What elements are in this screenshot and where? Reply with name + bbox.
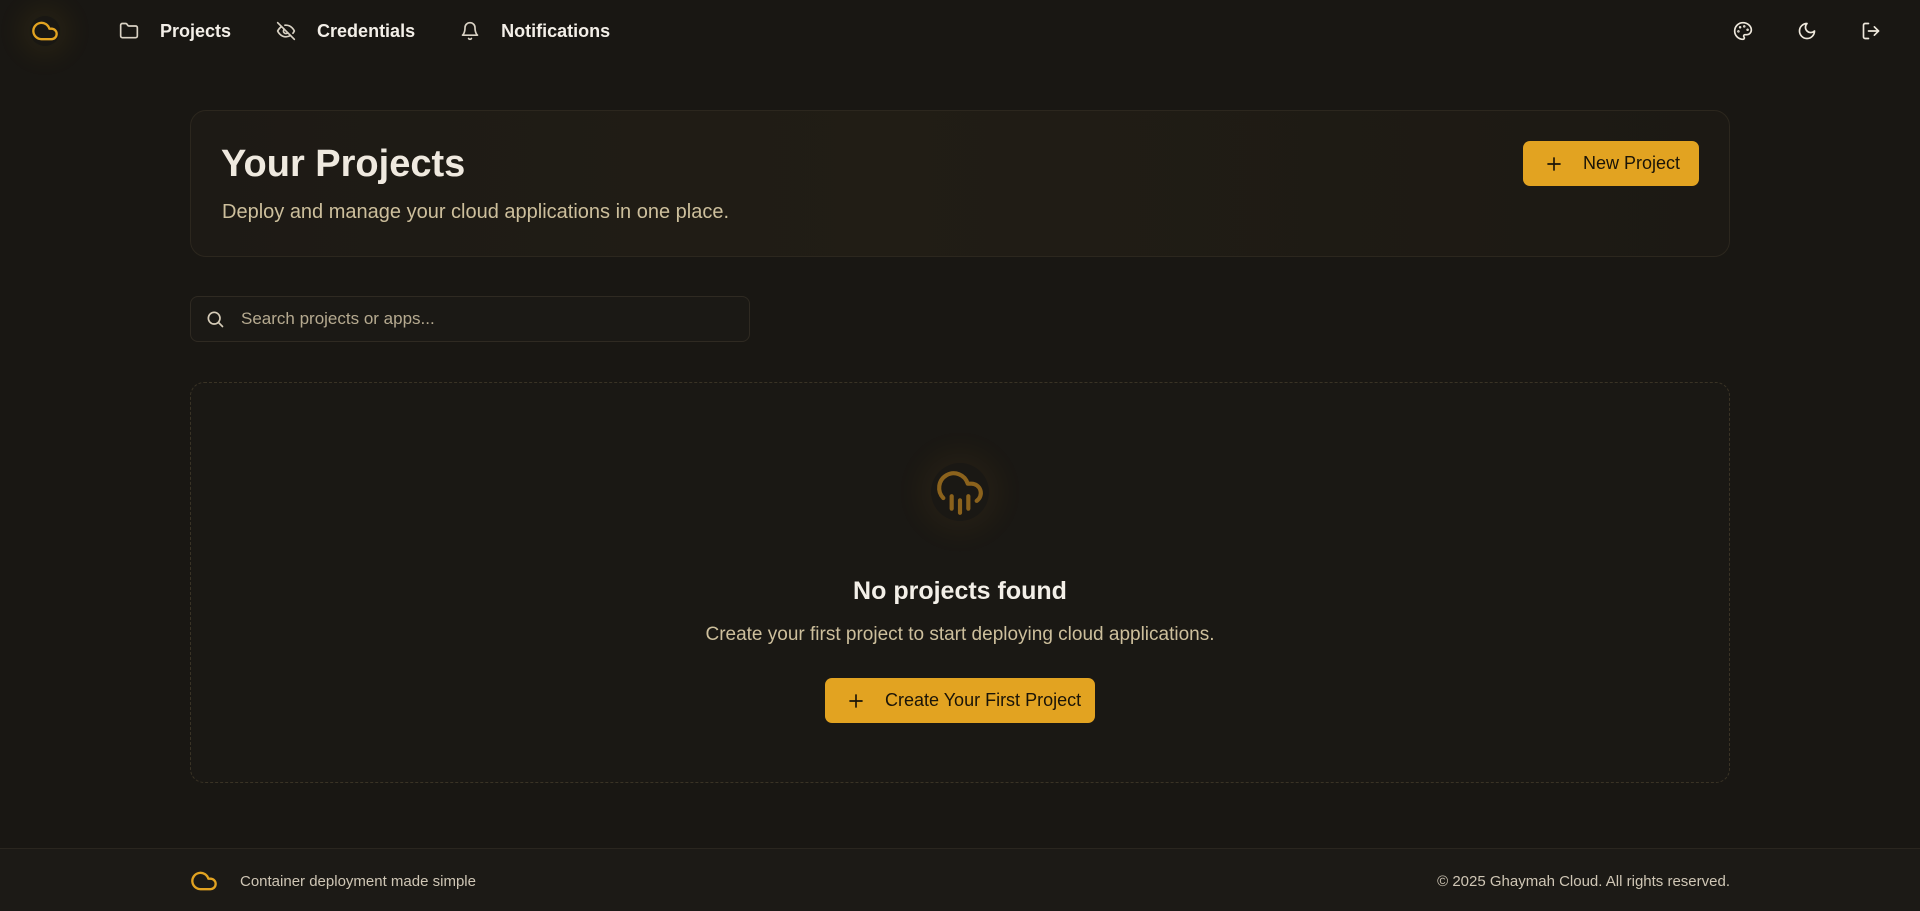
eye-off-icon: [275, 20, 297, 42]
nav-item-label: Credentials: [317, 20, 416, 41]
footer: Container deployment made simple © 2025 …: [0, 848, 1920, 911]
footer-copyright: © 2025 Ghaymah Cloud. All rights reserve…: [1437, 873, 1730, 890]
empty-state: No projects found Create your first proj…: [190, 382, 1730, 783]
search-input[interactable]: [241, 297, 741, 341]
logout-icon[interactable]: [1850, 15, 1892, 47]
search-icon: [205, 309, 227, 331]
nav-actions: [1722, 15, 1892, 47]
new-project-button[interactable]: New Project: [1523, 141, 1699, 186]
empty-state-title: No projects found: [853, 577, 1067, 605]
plus-icon: [1545, 155, 1563, 173]
top-navigation: Projects Credentials Notifications: [0, 0, 1920, 62]
create-first-project-button[interactable]: Create Your First Project: [825, 678, 1095, 723]
main-nav: Projects Credentials Notifications: [118, 0, 610, 62]
plus-icon: [847, 692, 865, 710]
nav-item-projects[interactable]: Projects: [118, 0, 231, 62]
empty-state-subtitle: Create your first project to start deplo…: [705, 624, 1215, 645]
palette-icon[interactable]: [1722, 15, 1764, 47]
page-header-card: Your Projects Deploy and manage your clo…: [190, 110, 1730, 257]
folder-icon: [118, 20, 140, 42]
nav-item-label: Projects: [160, 20, 232, 41]
footer-tagline: Container deployment made simple: [240, 873, 476, 890]
new-project-label: New Project: [1583, 153, 1681, 173]
nav-item-credentials[interactable]: Credentials: [275, 0, 415, 62]
bell-icon: [459, 20, 481, 42]
cloud-rain-icon: [931, 463, 989, 521]
page-subtitle: Deploy and manage your cloud application…: [222, 201, 730, 223]
search-bar: [190, 296, 750, 342]
cloud-icon: [190, 867, 218, 895]
create-first-project-label: Create Your First Project: [885, 690, 1082, 710]
page-title: Your Projects: [221, 143, 466, 185]
cloud-icon[interactable]: [30, 16, 60, 46]
nav-item-notifications[interactable]: Notifications: [459, 0, 610, 62]
nav-item-label: Notifications: [501, 20, 611, 41]
moon-icon[interactable]: [1786, 15, 1828, 47]
